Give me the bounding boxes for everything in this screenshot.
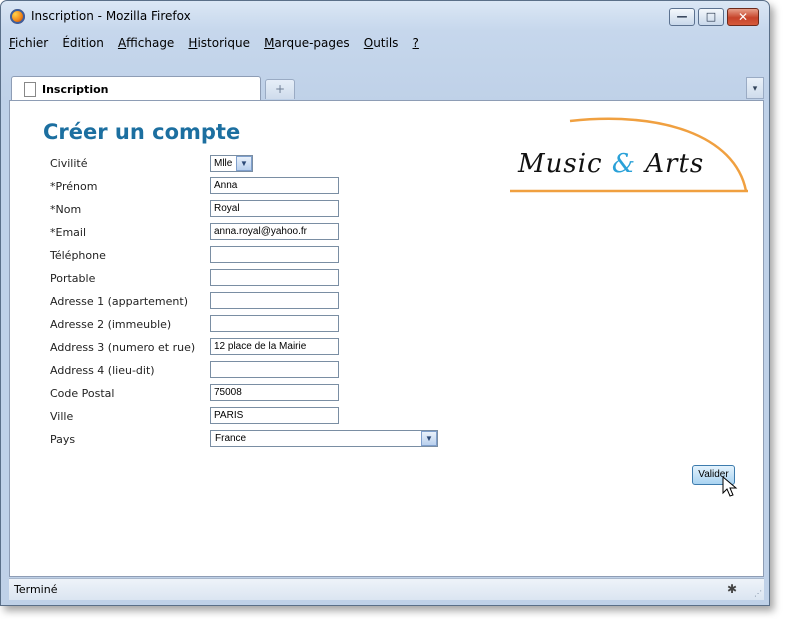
title-bar: Inscription - Mozilla Firefox — □ ✕ [1, 1, 769, 31]
label-adresse-2: Adresse 2 (immeuble) [50, 318, 172, 331]
label-adresse-1: Adresse 1 (appartement) [50, 295, 188, 308]
chevron-down-icon[interactable]: ▼ [236, 156, 252, 171]
menu-aide[interactable]: ? [413, 34, 419, 52]
window-title: Inscription - Mozilla Firefox [31, 9, 191, 23]
mouse-cursor-icon [722, 476, 738, 497]
label-address-3: Address 3 (numero et rue) [50, 341, 196, 354]
address-3-field[interactable]: 12 place de la Mairie [210, 338, 339, 355]
status-text: Terminé [14, 583, 58, 596]
menu-bar: Fichier Édition Affichage Historique Mar… [9, 32, 428, 52]
minimize-button[interactable]: — [669, 8, 695, 26]
menu-marque-pages[interactable]: Marque-pages [264, 34, 350, 52]
tab-inscription[interactable]: Inscription [11, 76, 261, 100]
menu-historique[interactable]: Historique [188, 34, 250, 52]
telephone-field[interactable] [210, 246, 339, 263]
tab-label: Inscription [42, 83, 109, 96]
close-button[interactable]: ✕ [727, 8, 759, 26]
tab-list-button[interactable]: ▾ [746, 77, 764, 99]
label-civilite: Civilité [50, 157, 88, 170]
code-postal-field[interactable]: 75008 [210, 384, 339, 401]
ville-field[interactable]: PARIS [210, 407, 339, 424]
menu-affichage[interactable]: Affichage [118, 34, 174, 52]
label-ville: Ville [50, 410, 74, 423]
maximize-button[interactable]: □ [698, 8, 724, 26]
tab-strip: Inscription + ▾ [9, 76, 764, 100]
page-content: Créer un compte Music & Arts Civilité Ml… [9, 100, 764, 577]
music-arts-logo: Music & Arts [510, 115, 750, 195]
menu-outils[interactable]: Outils [364, 34, 399, 52]
page-title: Créer un compte [43, 120, 241, 144]
pays-select[interactable]: France ▼ [210, 430, 438, 447]
address-4-field[interactable] [210, 361, 339, 378]
logo-text: Music & Arts [518, 149, 705, 179]
menu-fichier[interactable]: Fichier [9, 34, 48, 52]
new-tab-button[interactable]: + [265, 79, 295, 99]
prenom-field[interactable]: Anna [210, 177, 339, 194]
resize-grip-icon[interactable]: ⋰ [754, 589, 762, 598]
browser-window: Inscription - Mozilla Firefox — □ ✕ Fich… [0, 0, 770, 606]
adresse-2-field[interactable] [210, 315, 339, 332]
label-pays: Pays [50, 433, 76, 446]
menu-edition[interactable]: Édition [62, 34, 104, 52]
adresse-1-field[interactable] [210, 292, 339, 309]
label-code-postal: Code Postal [50, 387, 115, 400]
label-prenom: *Prénom [50, 180, 98, 193]
label-address-4: Address 4 (lieu-dit) [50, 364, 155, 377]
bug-icon[interactable]: ✱ [727, 582, 737, 596]
civilite-select[interactable]: Mlle ▼ [210, 155, 253, 172]
status-bar: Terminé ✱ ⋰ [9, 578, 764, 600]
minimize-icon: — [676, 10, 688, 23]
maximize-icon: □ [705, 10, 717, 23]
close-icon: ✕ [737, 10, 749, 24]
nom-field[interactable]: Royal [210, 200, 339, 217]
label-portable: Portable [50, 272, 96, 285]
chevron-down-icon[interactable]: ▼ [421, 431, 437, 446]
portable-field[interactable] [210, 269, 339, 286]
email-field[interactable]: anna.royal@yahoo.fr [210, 223, 339, 240]
label-email: *Email [50, 226, 87, 239]
label-telephone: Téléphone [50, 249, 106, 262]
label-nom: *Nom [50, 203, 82, 216]
page-icon [24, 82, 36, 97]
firefox-icon [10, 9, 25, 24]
